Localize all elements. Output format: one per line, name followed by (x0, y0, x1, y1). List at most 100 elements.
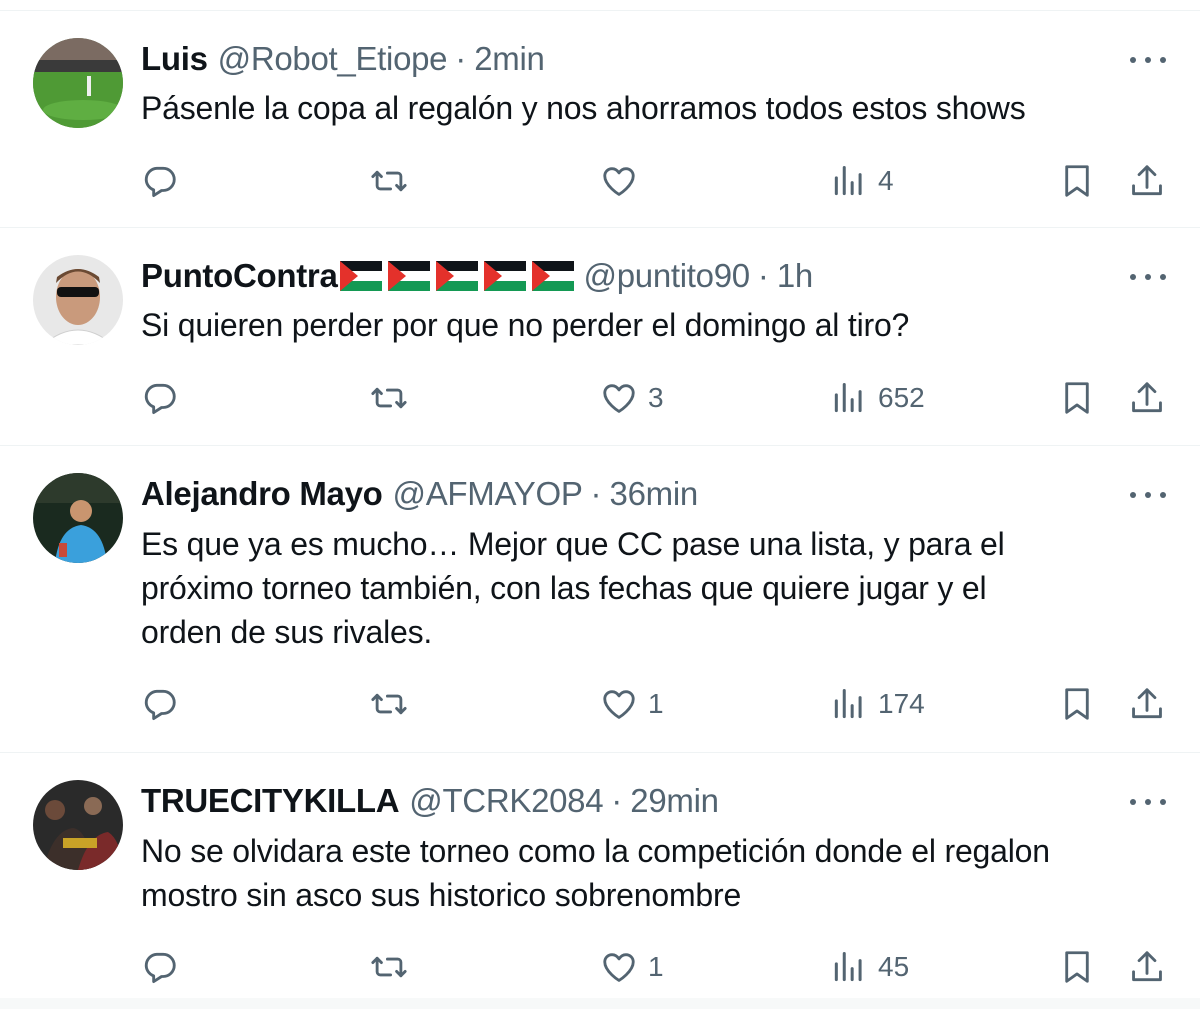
share-button[interactable] (1128, 159, 1166, 203)
avatar[interactable] (33, 780, 123, 870)
reply-button[interactable] (141, 682, 179, 726)
timestamp[interactable]: 1h (777, 256, 813, 296)
user-handle[interactable]: @Robot_Etiope (218, 39, 448, 79)
palestine-flag-icon (484, 261, 526, 291)
action-bar: 3 652 (0, 376, 1200, 420)
separator-dot: · (590, 475, 602, 512)
palestine-flag-icon (388, 261, 430, 291)
more-options-button[interactable] (1130, 267, 1166, 287)
view-count: 4 (878, 165, 894, 196)
bar-chart-icon (830, 379, 868, 417)
like-button[interactable]: 1 (600, 682, 664, 726)
bar-chart-icon (830, 685, 868, 723)
speech-bubble-icon (141, 379, 179, 417)
user-name[interactable]: Alejandro Mayo (141, 474, 383, 514)
bookmark-button[interactable] (1058, 682, 1096, 726)
action-bar: 1 174 (0, 682, 1200, 726)
bookmark-icon (1058, 379, 1096, 417)
more-options-button[interactable] (1130, 485, 1166, 505)
retweet-button[interactable] (370, 376, 408, 420)
heart-icon (600, 948, 638, 986)
retweet-icon (370, 948, 408, 986)
avatar[interactable] (33, 38, 123, 128)
tweet-header: Luis @Robot_Etiope · 2min (141, 39, 545, 79)
tweet-card[interactable]: Luis @Robot_Etiope · 2min Pásenle la cop… (0, 11, 1200, 228)
tweet-text: No se olvidara este torneo como la compe… (141, 833, 1050, 913)
tweet-card[interactable]: PuntoContra @puntito90 · 1h Si quieren p… (0, 228, 1200, 446)
separator-dot: · (757, 257, 769, 294)
retweet-icon (370, 162, 408, 200)
avatar[interactable] (33, 255, 123, 345)
share-button[interactable] (1128, 682, 1166, 726)
user-handle[interactable]: @puntito90 (584, 256, 751, 296)
views-button[interactable]: 652 (830, 376, 925, 420)
three-dots-icon (1130, 57, 1136, 63)
reply-feed: Luis @Robot_Etiope · 2min Pásenle la cop… (0, 0, 1200, 1009)
timestamp[interactable]: 36min (610, 474, 699, 514)
bookmark-button[interactable] (1058, 945, 1096, 989)
tweet-text: Si quieren perder por que no perder el d… (141, 307, 910, 343)
palestine-flag-icon (532, 261, 574, 291)
action-bar: 1 45 (0, 945, 1200, 989)
like-count: 1 (648, 688, 664, 719)
tweet-text: Pásenle la copa al regalón y nos ahorram… (141, 90, 1026, 126)
share-button[interactable] (1128, 945, 1166, 989)
user-handle[interactable]: @TCRK2084 (409, 781, 603, 821)
user-name[interactable]: Luis (141, 39, 208, 79)
user-handle[interactable]: @AFMAYOP (393, 474, 583, 514)
palestine-flag-icon (436, 261, 478, 291)
reply-button[interactable] (141, 376, 179, 420)
heart-icon (600, 379, 638, 417)
views-button[interactable]: 45 (830, 945, 909, 989)
timestamp[interactable]: 2min (474, 39, 545, 79)
tweet-header: TRUECITYKILLA @TCRK2084 · 29min (141, 781, 719, 821)
retweet-icon (370, 685, 408, 723)
timestamp[interactable]: 29min (630, 781, 719, 821)
bookmark-icon (1058, 948, 1096, 986)
speech-bubble-icon (141, 948, 179, 986)
user-name[interactable]: PuntoContra (141, 256, 338, 296)
retweet-button[interactable] (370, 682, 408, 726)
bottom-edge (0, 998, 1200, 1009)
action-bar: 4 (0, 159, 1200, 203)
user-name[interactable]: TRUECITYKILLA (141, 781, 400, 821)
like-count: 1 (648, 951, 664, 982)
speech-bubble-icon (141, 162, 179, 200)
reply-button[interactable] (141, 159, 179, 203)
bookmark-button[interactable] (1058, 376, 1096, 420)
retweet-icon (370, 379, 408, 417)
tweet-card[interactable]: TRUECITYKILLA @TCRK2084 · 29min No se ol… (0, 753, 1200, 998)
view-count: 174 (878, 688, 925, 719)
bar-chart-icon (830, 948, 868, 986)
bookmark-icon (1058, 162, 1096, 200)
three-dots-icon (1130, 274, 1136, 280)
retweet-button[interactable] (370, 159, 408, 203)
tweet-header: Alejandro Mayo @AFMAYOP · 36min (141, 474, 698, 514)
views-button[interactable]: 4 (830, 159, 894, 203)
palestine-flag-icon (340, 261, 382, 291)
view-count: 45 (878, 951, 910, 982)
views-button[interactable]: 174 (830, 682, 925, 726)
name-emoji-flags (340, 261, 574, 291)
like-count: 3 (648, 382, 664, 413)
like-button[interactable]: 1 (600, 945, 664, 989)
tweet-card[interactable]: Alejandro Mayo @AFMAYOP · 36min Es que y… (0, 446, 1200, 753)
view-count: 652 (878, 382, 925, 413)
avatar[interactable] (33, 473, 123, 563)
like-button[interactable]: 3 (600, 376, 664, 420)
heart-icon (600, 685, 638, 723)
tweet-header: PuntoContra @puntito90 · 1h (141, 256, 813, 296)
bookmark-button[interactable] (1058, 159, 1096, 203)
speech-bubble-icon (141, 685, 179, 723)
reply-button[interactable] (141, 945, 179, 989)
like-button[interactable] (600, 159, 648, 203)
share-icon (1128, 379, 1166, 417)
retweet-button[interactable] (370, 945, 408, 989)
share-button[interactable] (1128, 376, 1166, 420)
more-options-button[interactable] (1130, 50, 1166, 70)
more-options-button[interactable] (1130, 792, 1166, 812)
tweet-text: Es que ya es mucho… Mejor que CC pase un… (141, 526, 1005, 650)
share-icon (1128, 162, 1166, 200)
share-icon (1128, 685, 1166, 723)
share-icon (1128, 948, 1166, 986)
